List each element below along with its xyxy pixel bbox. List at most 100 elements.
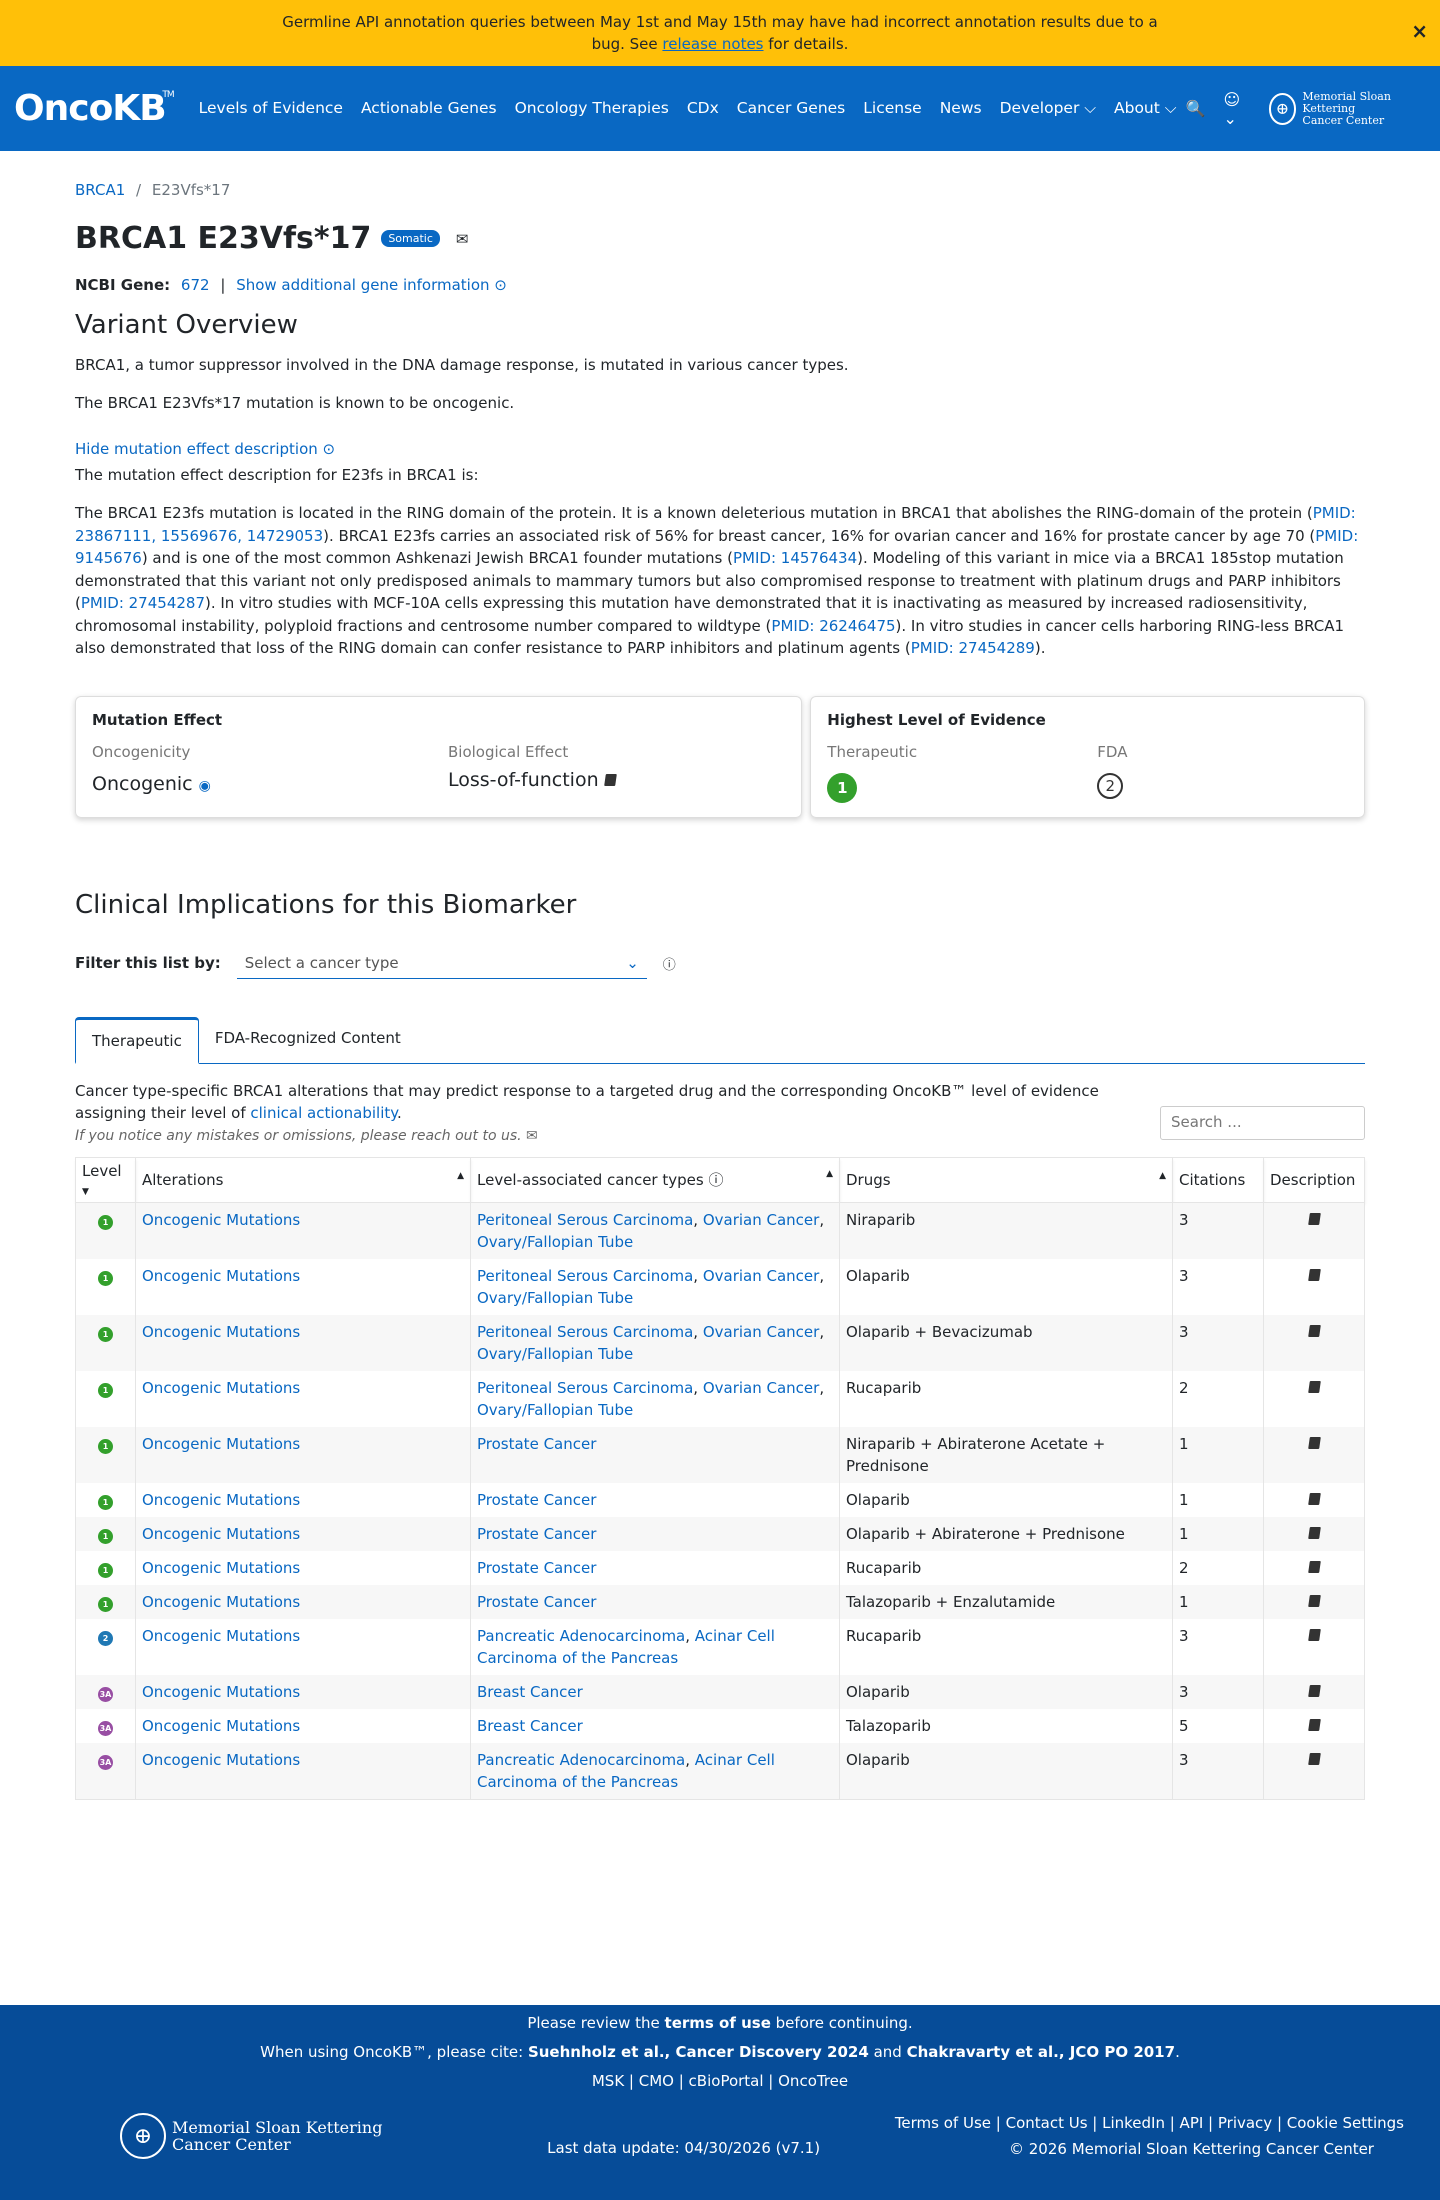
alteration-link[interactable]: Oncogenic Mutations (142, 1435, 300, 1453)
alteration-link[interactable]: Oncogenic Mutations (142, 1751, 300, 1769)
alteration-link[interactable]: Oncogenic Mutations (142, 1559, 300, 1577)
book-icon[interactable] (1307, 1684, 1321, 1697)
msk-logo[interactable]: ⊕ Memorial Sloan Kettering Cancer Center (1268, 90, 1426, 127)
search-icon[interactable]: 🔍 (1186, 99, 1206, 118)
table-search-input[interactable]: Search ... (1160, 1105, 1365, 1140)
book-icon[interactable] (1307, 1594, 1321, 1607)
breadcrumb-gene-link[interactable]: BRCA1 (75, 181, 125, 199)
alteration-link[interactable]: Oncogenic Mutations (142, 1627, 300, 1645)
nav-item-license[interactable]: License (854, 99, 930, 118)
cancer-type-link[interactable]: Peritoneal Serous Carcinoma (477, 1379, 693, 1397)
ncbi-gene-link[interactable]: 672 (181, 276, 210, 294)
level-icon[interactable]: 1 (98, 1215, 113, 1230)
tab-therapeutic[interactable]: Therapeutic (75, 1016, 199, 1064)
book-icon[interactable] (1307, 1752, 1321, 1765)
nav-item-levels-of-evidence[interactable]: Levels of Evidence (190, 99, 352, 118)
book-icon[interactable] (1307, 1492, 1321, 1505)
release-notes-link[interactable]: release notes (662, 35, 763, 53)
cancer-type-link[interactable]: Breast Cancer (477, 1683, 583, 1701)
col-citations[interactable]: Citations (1172, 1156, 1264, 1203)
alteration-link[interactable]: Oncogenic Mutations (142, 1211, 300, 1229)
footer-links[interactable]: Terms of Use | Contact Us | LinkedIn | A… (895, 2110, 1404, 2136)
book-icon[interactable] (1307, 1324, 1321, 1337)
nav-item-news[interactable]: News (931, 99, 991, 118)
cancer-type-link[interactable]: Prostate Cancer (477, 1559, 596, 1577)
oncokb-logo[interactable]: OncoKB TM (14, 88, 175, 129)
cancer-type-select[interactable]: Select a cancer type ⌄ (236, 948, 647, 979)
citations-cell[interactable]: 3 (1172, 1202, 1264, 1259)
level-icon[interactable]: 1 (98, 1495, 113, 1510)
alteration-link[interactable]: Oncogenic Mutations (142, 1267, 300, 1285)
book-icon[interactable] (1307, 1268, 1321, 1281)
cancer-type-link[interactable]: Ovarian Cancer (703, 1323, 820, 1341)
level-icon[interactable]: 1 (98, 1327, 113, 1342)
cancer-type-link[interactable]: Ovary/Fallopian Tube (477, 1289, 633, 1307)
footer-msk-logo[interactable]: ⊕ Memorial Sloan Kettering Cancer Center (120, 2113, 382, 2159)
pmid-link[interactable]: PMID: 26246475 (771, 617, 895, 635)
col-alterations[interactable]: Alterations ▲ (135, 1156, 471, 1203)
fda-level-2-icon[interactable]: 2 (1097, 772, 1124, 799)
pmid-link[interactable]: PMID: 14576434 (733, 549, 857, 567)
citations-cell[interactable]: 1 (1172, 1516, 1264, 1551)
cancer-type-link[interactable]: Ovarian Cancer (703, 1267, 820, 1285)
col-description[interactable]: Description (1263, 1156, 1365, 1203)
book-icon[interactable] (603, 773, 617, 786)
partner-links[interactable]: MSK | CMO | cBioPortal | OncoTree (0, 2067, 1440, 2096)
pmid-link[interactable]: PMID: 27454287 (81, 594, 205, 612)
cancer-type-link[interactable]: Pancreatic Adenocarcinoma (477, 1627, 685, 1645)
nav-item-developer[interactable]: Developer ⌵ (991, 99, 1105, 118)
cancer-type-link[interactable]: Prostate Cancer (477, 1593, 596, 1611)
col-level[interactable]: Level ▼ (75, 1156, 136, 1203)
nav-item-cdx[interactable]: CDx (678, 99, 728, 118)
level-icon[interactable]: 1 (98, 1271, 113, 1286)
col-drugs[interactable]: Drugs ▲ (839, 1156, 1173, 1203)
tab-fda-recognized[interactable]: FDA-Recognized Content (199, 1017, 417, 1063)
cite-chakravarty-link[interactable]: Chakravarty et al., JCO PO 2017 (907, 2043, 1176, 2061)
book-icon[interactable] (1307, 1718, 1321, 1731)
book-icon[interactable] (1307, 1560, 1321, 1573)
cancer-type-link[interactable]: Pancreatic Adenocarcinoma (477, 1751, 685, 1769)
book-icon[interactable] (1307, 1212, 1321, 1225)
citations-cell[interactable]: 2 (1172, 1370, 1264, 1427)
level-icon[interactable]: 1 (98, 1597, 113, 1612)
book-icon[interactable] (1307, 1526, 1321, 1539)
level-icon[interactable]: 2 (98, 1631, 113, 1646)
alteration-link[interactable]: Oncogenic Mutations (142, 1525, 300, 1543)
info-icon[interactable]: ⓘ (663, 954, 676, 973)
cancer-type-link[interactable]: Prostate Cancer (477, 1435, 596, 1453)
citations-cell[interactable]: 2 (1172, 1550, 1264, 1585)
level-icon[interactable]: 3A (98, 1755, 113, 1770)
level-1-icon[interactable]: 1 (827, 772, 858, 803)
level-icon[interactable]: 1 (98, 1439, 113, 1454)
alteration-link[interactable]: Oncogenic Mutations (142, 1593, 300, 1611)
col-cancer-types[interactable]: Level-associated cancer types ⓘ ▲ (470, 1156, 840, 1203)
citations-cell[interactable]: 3 (1172, 1674, 1264, 1709)
show-gene-info-link[interactable]: Show additional gene information ⊙ (236, 276, 507, 294)
citations-cell[interactable]: 3 (1172, 1618, 1264, 1675)
nav-item-oncology-therapies[interactable]: Oncology Therapies (506, 99, 678, 118)
cancer-type-link[interactable]: Prostate Cancer (477, 1525, 596, 1543)
citations-cell[interactable]: 3 (1172, 1258, 1264, 1315)
citations-cell[interactable]: 1 (1172, 1426, 1264, 1483)
cancer-type-link[interactable]: Breast Cancer (477, 1717, 583, 1735)
level-icon[interactable]: 1 (98, 1529, 113, 1544)
nav-item-about[interactable]: About ⌵ (1105, 99, 1186, 118)
alteration-link[interactable]: Oncogenic Mutations (142, 1717, 300, 1735)
close-banner-button[interactable]: × (1411, 20, 1428, 42)
cite-suehnholz-link[interactable]: Suehnholz et al., Cancer Discovery 2024 (528, 2043, 869, 2061)
book-icon[interactable] (1307, 1628, 1321, 1641)
terms-of-use-link[interactable]: terms of use (665, 2014, 771, 2032)
alteration-link[interactable]: Oncogenic Mutations (142, 1683, 300, 1701)
cancer-type-link[interactable]: Ovary/Fallopian Tube (477, 1345, 633, 1363)
level-icon[interactable]: 1 (98, 1563, 113, 1578)
cancer-type-link[interactable]: Peritoneal Serous Carcinoma (477, 1211, 693, 1229)
cancer-type-link[interactable]: Prostate Cancer (477, 1491, 596, 1509)
cancer-type-link[interactable]: Ovarian Cancer (703, 1211, 820, 1229)
cancer-type-link[interactable]: Ovary/Fallopian Tube (477, 1233, 633, 1251)
cancer-type-link[interactable]: Peritoneal Serous Carcinoma (477, 1323, 693, 1341)
hide-mutation-effect-link[interactable]: Hide mutation effect description ⊙ (75, 440, 335, 458)
citations-cell[interactable]: 1 (1172, 1584, 1264, 1619)
cancer-type-link[interactable]: Ovary/Fallopian Tube (477, 1401, 633, 1419)
alteration-link[interactable]: Oncogenic Mutations (142, 1379, 300, 1397)
nav-item-actionable-genes[interactable]: Actionable Genes (352, 99, 506, 118)
